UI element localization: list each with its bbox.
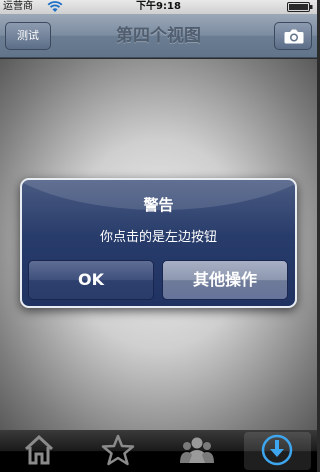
test-button[interactable]: 测试: [5, 22, 51, 50]
home-icon: [24, 434, 54, 465]
ok-button[interactable]: OK: [28, 260, 154, 300]
camera-button[interactable]: [274, 22, 312, 50]
tab-download[interactable]: [238, 430, 317, 472]
tab-contacts[interactable]: [158, 430, 237, 472]
alert-dialog: 警告 你点击的是左边按钮 OK 其他操作: [20, 178, 297, 308]
battery-icon: [287, 2, 313, 12]
alert-message: 你点击的是左边按钮: [99, 230, 217, 245]
navigation-bar: 第四个视图 测试: [0, 14, 317, 58]
status-bar: 运营商 下午9:18: [0, 0, 317, 14]
star-icon: [101, 434, 135, 466]
alert-title: 警告: [143, 196, 174, 214]
people-icon: [180, 437, 214, 463]
tab-home[interactable]: [0, 430, 79, 472]
download-icon: [261, 434, 293, 466]
camera-icon: [284, 29, 304, 44]
tab-bar: [0, 430, 317, 472]
tab-favorites[interactable]: [79, 430, 158, 472]
status-time: 下午9:18: [136, 1, 181, 12]
other-action-button[interactable]: 其他操作: [162, 260, 288, 300]
